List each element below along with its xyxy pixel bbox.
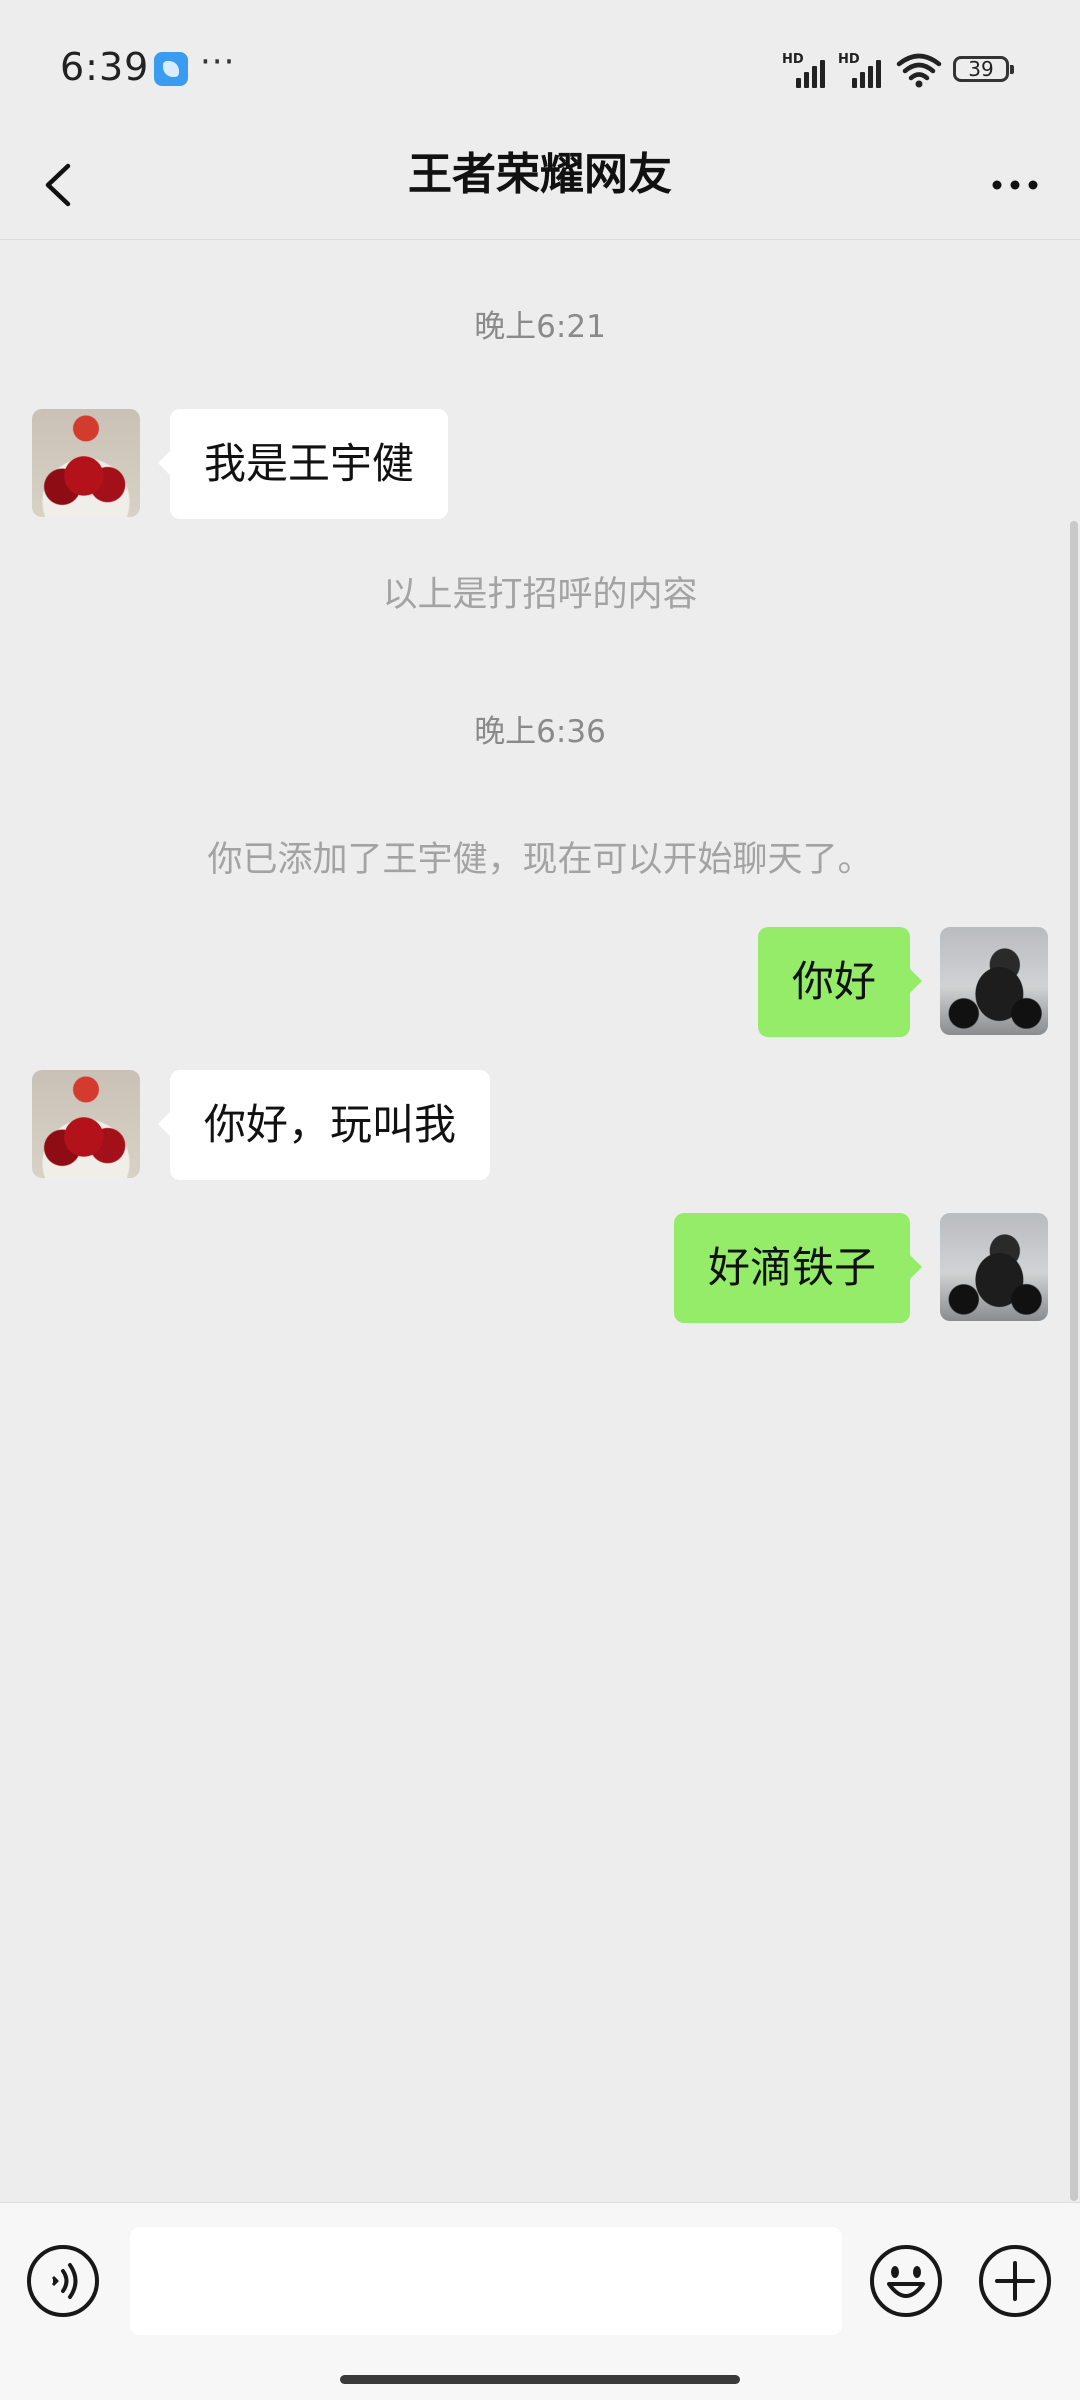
- chat-screen: 6:39 ··· HD HD 39 王者荣耀网友 晚上6:21 我是王宇健 以上…: [0, 0, 1080, 2400]
- timestamp: 晚上6:21: [474, 309, 606, 345]
- signal-strength-icon: HD: [838, 52, 886, 88]
- message-input[interactable]: [130, 2227, 842, 2335]
- home-indicator[interactable]: [340, 2375, 740, 2384]
- battery-level: 39: [968, 57, 994, 81]
- signal-hd-label: HD: [838, 52, 860, 67]
- contact-avatar[interactable]: [32, 1070, 140, 1178]
- status-time: 6:39: [60, 45, 150, 89]
- friend-added-note: 你已添加了王宇健，现在可以开始聊天了。: [207, 840, 873, 880]
- more-options-button[interactable]: [980, 150, 1050, 220]
- chat-title: 王者荣耀网友: [408, 149, 672, 200]
- battery-icon: 39: [953, 56, 1014, 82]
- status-bar: 6:39 ··· HD HD 39: [0, 0, 1080, 140]
- chat-header: 王者荣耀网友: [0, 140, 1080, 240]
- voice-input-button[interactable]: [26, 2244, 100, 2318]
- incoming-message-bubble[interactable]: 我是王宇健: [157, 409, 449, 519]
- outgoing-message-bubble[interactable]: 好滴铁子: [673, 1213, 923, 1323]
- greeting-divider-note: 以上是打招呼的内容: [382, 575, 698, 615]
- voice-icon: [27, 2245, 99, 2317]
- signal-strength-icon: HD: [782, 52, 830, 88]
- self-avatar[interactable]: [940, 927, 1048, 1035]
- scrollbar[interactable]: [1070, 521, 1078, 2201]
- signal-hd-label: HD: [782, 52, 804, 67]
- status-more-dots: ···: [200, 42, 236, 82]
- contact-avatar[interactable]: [32, 409, 140, 517]
- incoming-message-bubble[interactable]: 你好，玩叫我: [157, 1070, 491, 1180]
- more-icon: [992, 180, 1038, 190]
- outgoing-message-bubble[interactable]: 你好: [757, 927, 923, 1037]
- message-list[interactable]: 晚上6:21 我是王宇健 以上是打招呼的内容 晚上6:36 你已添加了王宇健，现…: [0, 241, 1080, 2202]
- wifi-icon: [896, 53, 942, 88]
- self-avatar[interactable]: [940, 1213, 1048, 1321]
- more-functions-button[interactable]: [978, 2244, 1052, 2318]
- emoji-button[interactable]: [869, 2244, 943, 2318]
- timestamp: 晚上6:36: [474, 714, 606, 750]
- emoji-icon: [870, 2245, 942, 2317]
- plus-icon: [979, 2245, 1051, 2317]
- message-input-bar: [0, 2202, 1080, 2400]
- app-notification-icon: [154, 52, 188, 86]
